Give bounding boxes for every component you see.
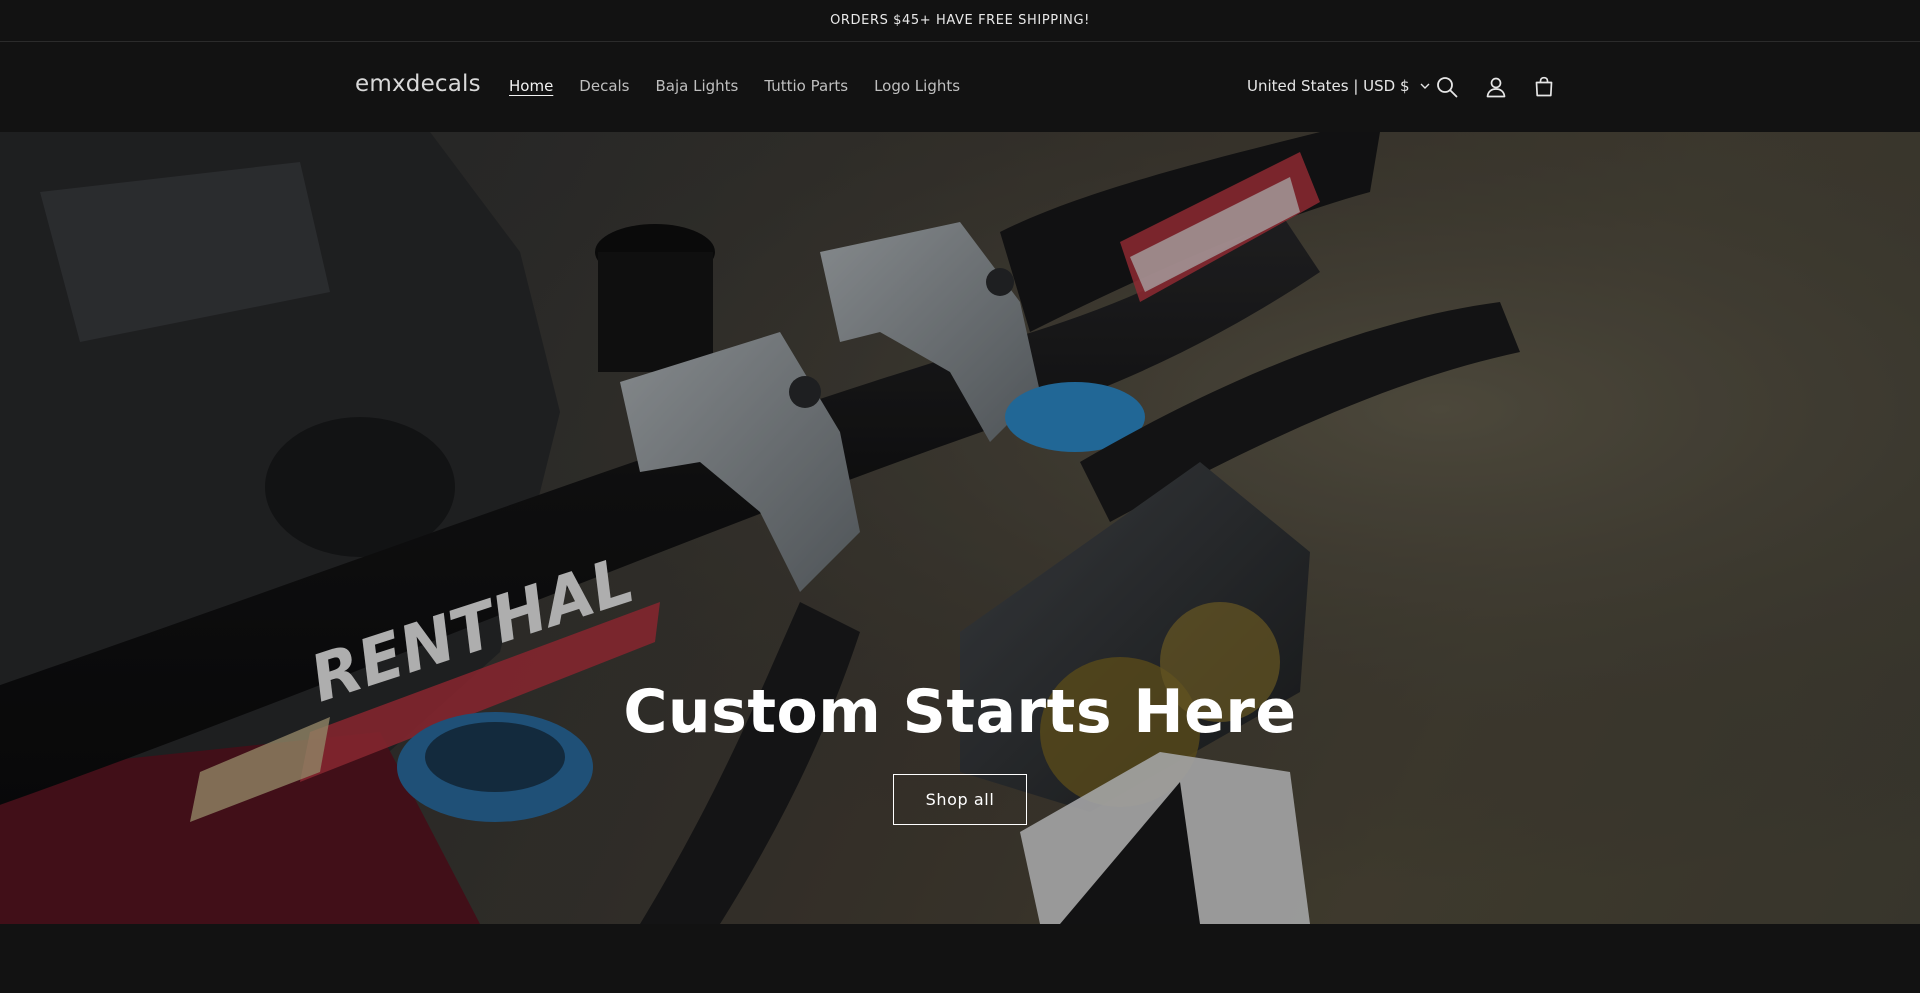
site-logo[interactable]: emxdecals — [355, 71, 481, 97]
nav-item-baja-lights[interactable]: Baja Lights — [656, 77, 739, 95]
nav-item-logo-lights[interactable]: Logo Lights — [874, 77, 960, 95]
search-button[interactable] — [1431, 71, 1463, 103]
hero-banner: RENTHAL Custom Starts Here Shop all — [0, 132, 1920, 924]
account-button[interactable] — [1480, 71, 1512, 103]
nav-item-tuttio-parts[interactable]: Tuttio Parts — [764, 77, 848, 95]
announcement-bar: ORDERS $45+ HAVE FREE SHIPPING! — [0, 0, 1920, 42]
main-nav: Home Decals Baja Lights Tuttio Parts Log… — [509, 77, 960, 95]
shop-all-button[interactable]: Shop all — [893, 774, 1027, 825]
site-header: emxdecals Home Decals Baja Lights Tuttio… — [0, 43, 1920, 132]
account-icon — [1486, 77, 1506, 98]
section-below-hero — [0, 924, 1920, 993]
announcement-text: ORDERS $45+ HAVE FREE SHIPPING! — [830, 13, 1090, 28]
chevron-down-icon — [1419, 80, 1431, 92]
cart-icon — [1535, 76, 1553, 97]
nav-item-decals[interactable]: Decals — [579, 77, 629, 95]
search-icon — [1437, 77, 1458, 98]
hero-title: Custom Starts Here — [623, 677, 1297, 747]
country-currency-selector[interactable]: United States | USD $ — [1247, 77, 1431, 95]
country-currency-label: United States | USD $ — [1247, 77, 1410, 95]
cart-button[interactable] — [1528, 71, 1560, 103]
nav-item-home[interactable]: Home — [509, 77, 553, 95]
